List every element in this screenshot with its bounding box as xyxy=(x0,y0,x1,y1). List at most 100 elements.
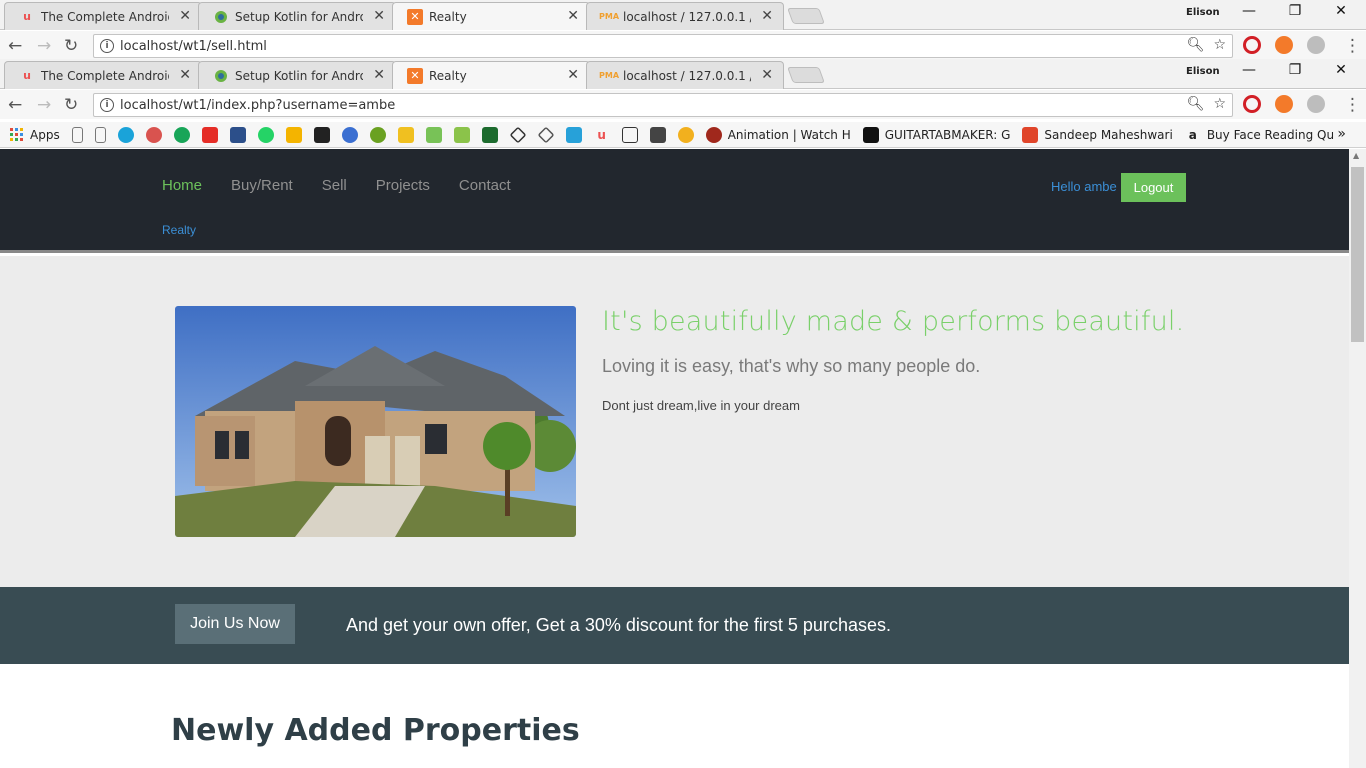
bookmark-dark-green[interactable] xyxy=(481,126,498,143)
close-icon[interactable]: ✕ xyxy=(373,8,385,24)
profile-name[interactable]: Elison xyxy=(1186,7,1220,18)
hero-title: It's beautifully made & performs beautif… xyxy=(602,306,1185,337)
forward-icon[interactable]: → xyxy=(37,95,51,115)
section-title: Newly Added Properties xyxy=(171,713,580,748)
bookmark-p[interactable] xyxy=(313,126,330,143)
back-icon[interactable]: ← xyxy=(8,36,22,56)
bookmark-play[interactable] xyxy=(341,126,358,143)
opera-extension-icon[interactable] xyxy=(1243,95,1261,113)
bookmark-amazon[interactable]: a Buy Face Reading Qu xyxy=(1185,127,1334,143)
nav-home[interactable]: Home xyxy=(162,177,202,194)
url-text: localhost/wt1/index.php?username=ambe xyxy=(120,97,396,113)
close-icon[interactable]: ✕ xyxy=(179,67,191,83)
greeting-text: Hello ambe xyxy=(1051,179,1117,194)
bookmark-icon-2[interactable] xyxy=(145,126,162,143)
p-icon xyxy=(313,126,330,143)
outer-tab-udemy[interactable]: u The Complete Android D ✕ xyxy=(4,2,202,30)
close-icon[interactable]: ✕ xyxy=(761,8,773,24)
bookmark-youtube[interactable] xyxy=(201,126,218,143)
tab-title: localhost / 127.0.0.1 / wt xyxy=(623,9,751,24)
restore-icon[interactable]: ❐ xyxy=(1280,62,1310,78)
menu-icon[interactable]: ⋮ xyxy=(1344,95,1361,115)
bookmark-u[interactable] xyxy=(565,126,582,143)
nav-buy-rent[interactable]: Buy/Rent xyxy=(231,177,293,194)
bookmark-cc[interactable] xyxy=(649,126,666,143)
bookmark-star-icon[interactable]: ☆ xyxy=(1213,37,1226,53)
minimize-icon[interactable]: — xyxy=(1234,62,1264,78)
bookmark-yellow[interactable] xyxy=(397,126,414,143)
tab-title: The Complete Android D xyxy=(41,9,169,24)
bookmark-crown[interactable] xyxy=(677,126,694,143)
zoom-icon[interactable]: 🔍︎ xyxy=(1187,37,1205,53)
more-bookmarks-button[interactable]: » xyxy=(1337,126,1346,142)
scrollbar-thumb[interactable] xyxy=(1351,167,1364,342)
info-icon[interactable]: i xyxy=(100,39,114,53)
zoom-icon[interactable]: 🔍︎ xyxy=(1187,96,1205,112)
extension-icon[interactable] xyxy=(1307,36,1325,54)
restore-icon[interactable]: ❐ xyxy=(1280,3,1310,19)
nav-sell[interactable]: Sell xyxy=(322,177,347,194)
bookmark-kv[interactable] xyxy=(229,126,246,143)
reload-icon[interactable]: ↻ xyxy=(64,95,78,115)
extension-icon[interactable] xyxy=(1307,95,1325,113)
address-bar[interactable]: i localhost/wt1/sell.html 🔍︎ ☆ xyxy=(93,34,1233,58)
bookmark-star-icon[interactable]: ☆ xyxy=(1213,96,1226,112)
outer-tab-phpmyadmin[interactable]: PMA localhost / 127.0.0.1 / wt ✕ xyxy=(586,2,784,30)
close-icon[interactable]: ✕ xyxy=(373,67,385,83)
menu-icon[interactable]: ⋮ xyxy=(1344,36,1361,56)
close-icon[interactable]: ✕ xyxy=(567,67,579,83)
inner-tab-strip: u The Complete Android D ✕ Setup Kotlin … xyxy=(0,59,1366,89)
bookmark-page-1[interactable] xyxy=(71,126,83,143)
profile-name[interactable]: Elison xyxy=(1186,66,1220,77)
scroll-up-icon[interactable]: ▲ xyxy=(1353,151,1359,160)
bookmark-icon-3[interactable] xyxy=(173,126,190,143)
nav-contact[interactable]: Contact xyxy=(459,177,511,194)
fire-extension-icon[interactable] xyxy=(1275,36,1293,54)
bookmark-animation[interactable]: Animation | Watch H xyxy=(705,126,851,143)
bookmark-guitartabmaker[interactable]: GUITARTABMAKER: G xyxy=(862,126,1010,143)
bookmark-page-2[interactable] xyxy=(94,126,106,143)
logout-button[interactable]: Logout xyxy=(1121,173,1186,202)
close-icon[interactable]: ✕ xyxy=(567,8,579,24)
new-tab-button[interactable] xyxy=(787,8,825,24)
bookmark-icon-1[interactable] xyxy=(117,126,134,143)
bookmark-green-2[interactable] xyxy=(453,126,470,143)
bookmark-codepen-2[interactable] xyxy=(537,126,555,143)
bookmark-reel[interactable] xyxy=(369,126,386,143)
address-bar[interactable]: i localhost/wt1/index.php?username=ambe … xyxy=(93,93,1233,117)
apps-shortcut[interactable]: Apps xyxy=(10,127,60,142)
fire-extension-icon[interactable] xyxy=(1275,95,1293,113)
opera-extension-icon[interactable] xyxy=(1243,36,1261,54)
outer-tab-realty[interactable]: ✕ Realty ✕ xyxy=(392,2,590,30)
join-us-button[interactable]: Join Us Now xyxy=(175,604,295,644)
nav-projects[interactable]: Projects xyxy=(376,177,430,194)
bookmark-sandeep[interactable]: Sandeep Maheshwari xyxy=(1022,126,1173,143)
bookmark-udemy[interactable]: u xyxy=(594,127,610,143)
inner-tab-realty[interactable]: ✕ Realty ✕ xyxy=(392,61,590,89)
url-text: localhost/wt1/sell.html xyxy=(120,38,267,54)
info-icon[interactable]: i xyxy=(100,98,114,112)
close-window-icon[interactable]: ✕ xyxy=(1326,62,1356,78)
minimize-icon[interactable]: — xyxy=(1234,3,1264,19)
reload-icon[interactable]: ↻ xyxy=(64,36,78,56)
outer-tab-kotlin[interactable]: Setup Kotlin for Android ✕ xyxy=(198,2,396,30)
close-window-icon[interactable]: ✕ xyxy=(1326,3,1356,19)
site-icon xyxy=(481,126,498,143)
tab-title: localhost / 127.0.0.1 / wt xyxy=(623,68,751,83)
page-scrollbar[interactable]: ▲ xyxy=(1349,149,1366,768)
inner-tab-udemy[interactable]: u The Complete Android D ✕ xyxy=(4,61,202,89)
bookmark-android[interactable] xyxy=(425,126,442,143)
forward-icon[interactable]: → xyxy=(37,36,51,56)
brand-link[interactable]: Realty xyxy=(162,223,196,237)
inner-tab-phpmyadmin[interactable]: PMA localhost / 127.0.0.1 / wt ✕ xyxy=(586,61,784,89)
close-icon[interactable]: ✕ xyxy=(179,8,191,24)
back-icon[interactable]: ← xyxy=(8,95,22,115)
bookmark-codepen[interactable] xyxy=(509,126,527,143)
inner-tab-kotlin[interactable]: Setup Kotlin for Android ✕ xyxy=(198,61,396,89)
diamond-icon xyxy=(537,126,555,143)
close-icon[interactable]: ✕ xyxy=(761,67,773,83)
bookmark-drive[interactable] xyxy=(285,126,302,143)
new-tab-button[interactable] xyxy=(787,67,825,83)
bookmark-whatsapp[interactable] xyxy=(257,126,274,143)
bookmark-c[interactable] xyxy=(621,126,638,143)
